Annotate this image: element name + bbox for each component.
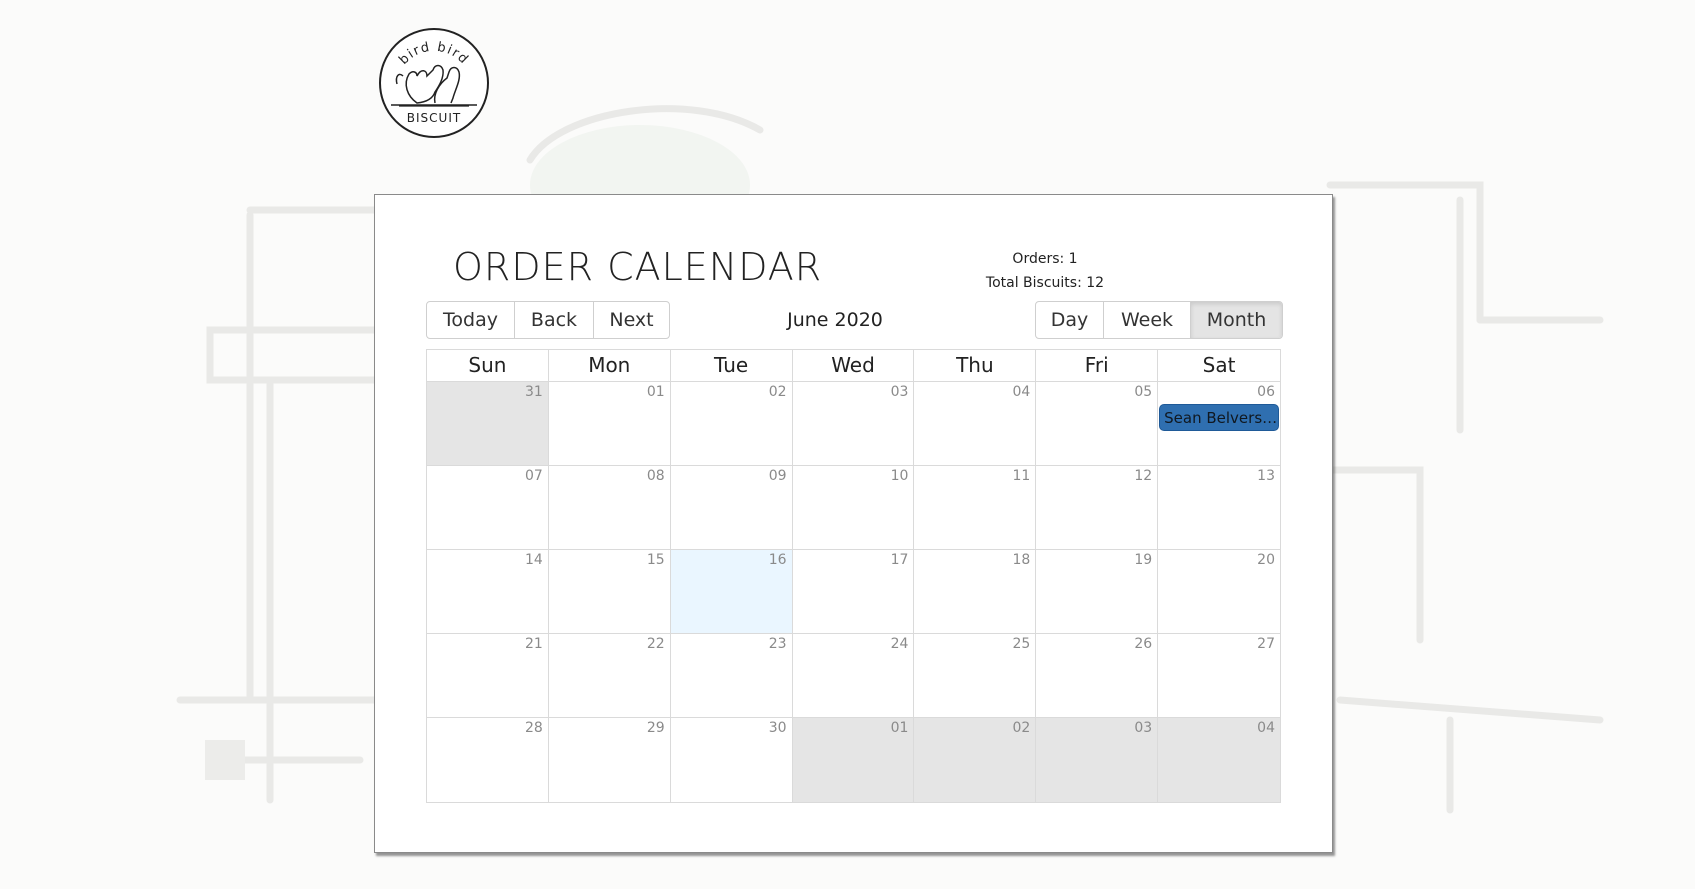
day-cell[interactable]: 22 xyxy=(548,634,671,718)
day-cell[interactable]: 28 xyxy=(427,718,549,802)
day-cell[interactable]: 27 xyxy=(1158,634,1280,718)
day-cell[interactable]: 20 xyxy=(1158,550,1280,634)
bird-bird-biscuit-logo: bird bird BISCUIT xyxy=(377,26,491,140)
day-number[interactable]: 02 xyxy=(1012,720,1030,736)
weekday-header-wed: Wed xyxy=(793,350,915,381)
day-cell[interactable]: 26 xyxy=(1036,634,1159,718)
day-number[interactable]: 18 xyxy=(1012,552,1030,568)
day-cell[interactable]: 29 xyxy=(548,718,671,802)
day-cell[interactable]: 12 xyxy=(1036,466,1159,550)
day-cell[interactable]: 14 xyxy=(427,550,549,634)
day-cell[interactable]: 03 xyxy=(792,382,915,466)
day-cell[interactable]: 13 xyxy=(1158,466,1280,550)
day-number[interactable]: 03 xyxy=(891,384,909,400)
day-number[interactable]: 01 xyxy=(647,384,665,400)
day-number[interactable]: 23 xyxy=(769,636,787,652)
day-number[interactable]: 24 xyxy=(891,636,909,652)
order-summary: Orders: 1 Total Biscuits: 12 xyxy=(975,247,1115,295)
day-cell[interactable]: 19 xyxy=(1036,550,1159,634)
day-number[interactable]: 07 xyxy=(525,468,543,484)
day-cell[interactable]: 25 xyxy=(914,634,1037,718)
day-number[interactable]: 16 xyxy=(769,552,787,568)
day-number[interactable]: 21 xyxy=(525,636,543,652)
weekday-header-thu: Thu xyxy=(914,350,1037,381)
day-cell[interactable]: 15 xyxy=(548,550,671,634)
day-number[interactable]: 11 xyxy=(1012,468,1030,484)
day-number[interactable]: 15 xyxy=(647,552,665,568)
weekday-header-mon: Mon xyxy=(549,350,671,381)
day-cell[interactable]: 31 xyxy=(427,382,549,466)
weekday-header-fri: Fri xyxy=(1036,350,1159,381)
day-number[interactable]: 31 xyxy=(525,384,543,400)
weekday-header-row: Sun Mon Tue Wed Thu Fri Sat xyxy=(427,350,1280,382)
weekday-header-tue: Tue xyxy=(671,350,793,381)
day-cell[interactable]: 18 xyxy=(914,550,1037,634)
day-cell[interactable]: 17 xyxy=(792,550,915,634)
day-cell[interactable]: 21 xyxy=(427,634,549,718)
day-cell[interactable]: 23 xyxy=(670,634,793,718)
day-number[interactable]: 04 xyxy=(1012,384,1030,400)
page-title: ORDER CALENDAR xyxy=(453,245,823,289)
day-number[interactable]: 26 xyxy=(1134,636,1152,652)
day-number[interactable]: 05 xyxy=(1134,384,1152,400)
day-cell[interactable]: 09 xyxy=(670,466,793,550)
weekday-header-sat: Sat xyxy=(1202,353,1236,377)
day-cell[interactable]: 24 xyxy=(792,634,915,718)
week-view-button[interactable]: Week xyxy=(1104,302,1191,338)
day-number[interactable]: 14 xyxy=(525,552,543,568)
day-number[interactable]: 19 xyxy=(1134,552,1152,568)
day-number[interactable]: 09 xyxy=(769,468,787,484)
day-cell[interactable]: 04 xyxy=(1158,718,1280,802)
day-cell[interactable]: 06 Sean Belverst... xyxy=(1158,382,1280,466)
view-button-group: Day Week Month xyxy=(1035,301,1283,339)
day-number[interactable]: 08 xyxy=(647,468,665,484)
day-cell[interactable]: 01 xyxy=(792,718,915,802)
day-cell[interactable]: 30 xyxy=(670,718,793,802)
day-number[interactable]: 04 xyxy=(1257,720,1275,736)
day-number[interactable]: 17 xyxy=(891,552,909,568)
order-event[interactable]: Sean Belverst... xyxy=(1159,404,1279,431)
day-number[interactable]: 29 xyxy=(647,720,665,736)
day-number[interactable]: 06 xyxy=(1257,384,1275,400)
day-cell[interactable]: 02 xyxy=(670,382,793,466)
weekday-header-sun: Sun xyxy=(427,350,549,381)
orders-count: Orders: 1 xyxy=(1012,251,1078,267)
day-cell[interactable]: 01 xyxy=(548,382,671,466)
next-button[interactable]: Next xyxy=(594,302,669,338)
day-number[interactable]: 12 xyxy=(1134,468,1152,484)
day-number[interactable]: 13 xyxy=(1257,468,1275,484)
day-cell[interactable]: 11 xyxy=(914,466,1037,550)
day-number[interactable]: 03 xyxy=(1134,720,1152,736)
day-number[interactable]: 20 xyxy=(1257,552,1275,568)
day-cell[interactable]: 08 xyxy=(548,466,671,550)
day-cell[interactable]: 05 xyxy=(1036,382,1159,466)
navigation-button-group: Today Back Next xyxy=(426,301,670,339)
calendar-days: 31 01 02 03 04 05 06 Sean Belverst... 07 08 09 10 11… xyxy=(427,382,1280,802)
day-number[interactable]: 22 xyxy=(647,636,665,652)
day-number[interactable]: 28 xyxy=(525,720,543,736)
back-button[interactable]: Back xyxy=(515,302,594,338)
day-cell[interactable]: 02 xyxy=(914,718,1037,802)
day-cell[interactable]: 03 xyxy=(1036,718,1159,802)
today-button[interactable]: Today xyxy=(427,302,515,338)
current-period-label: June 2020 xyxy=(787,309,883,331)
month-view-button[interactable]: Month xyxy=(1191,302,1282,338)
day-number[interactable]: 01 xyxy=(891,720,909,736)
day-cell[interactable]: 04 xyxy=(914,382,1037,466)
day-view-button[interactable]: Day xyxy=(1036,302,1104,338)
day-cell[interactable]: 10 xyxy=(792,466,915,550)
day-number[interactable]: 27 xyxy=(1257,636,1275,652)
total-biscuits: Total Biscuits: 12 xyxy=(985,275,1105,291)
day-number[interactable]: 30 xyxy=(769,720,787,736)
order-calendar-panel: ORDER CALENDAR Orders: 1 Total Biscuits:… xyxy=(374,194,1333,853)
day-cell-today[interactable]: 16 xyxy=(670,550,793,634)
day-number[interactable]: 10 xyxy=(891,468,909,484)
month-calendar-grid: Sun Mon Tue Wed Thu Fri Sat 31 01 02 03 04 05… xyxy=(426,349,1281,803)
logo-bottom-text: BISCUIT xyxy=(407,111,461,125)
day-number[interactable]: 02 xyxy=(769,384,787,400)
day-number[interactable]: 25 xyxy=(1012,636,1030,652)
day-cell[interactable]: 07 xyxy=(427,466,549,550)
